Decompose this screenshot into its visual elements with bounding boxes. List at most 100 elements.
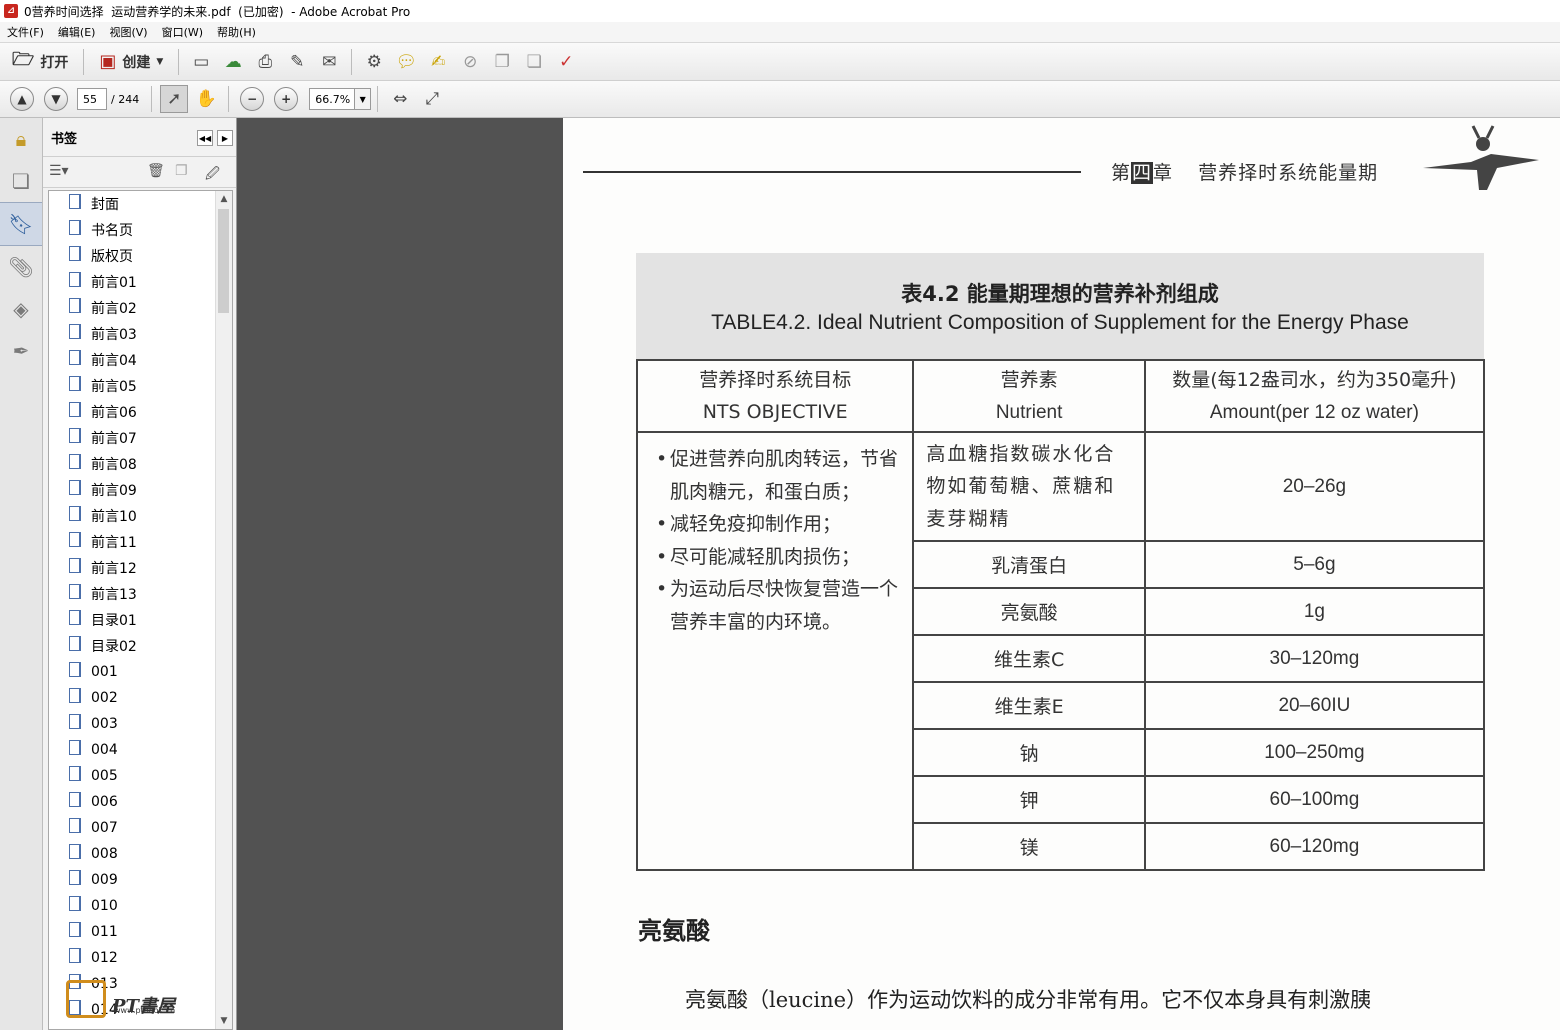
pages-icon[interactable]: ❏ [0, 160, 42, 202]
menu-window[interactable]: 窗口(W) [155, 24, 210, 40]
bookmark-item[interactable]: 008 [49, 841, 232, 867]
edit-icon[interactable]: ✎ [283, 48, 311, 76]
previous-page-button[interactable]: ▲ [10, 87, 34, 111]
bookmark-label: 007 [91, 820, 118, 836]
objective-item: 促进营养向肌肉转运，节省肌肉糖元，和蛋白质； [656, 443, 902, 508]
open-button[interactable]: 🗁 打开 [6, 48, 74, 76]
chevron-down-icon[interactable]: ▼ [355, 88, 372, 110]
bookmark-item[interactable]: 005 [49, 763, 232, 789]
bookmark-item[interactable]: 前言11 [49, 529, 232, 555]
bookmark-item[interactable]: 012 [49, 945, 232, 971]
bookmark-item[interactable]: 001 [49, 659, 232, 685]
compare-icon[interactable]: ❏ [520, 48, 548, 76]
scrollbar[interactable]: ▲ ▼ [215, 191, 232, 1029]
bookmark-item[interactable]: 前言10 [49, 503, 232, 529]
create-button[interactable]: ▣ 创建 ▼ [93, 48, 169, 76]
menu-file[interactable]: 文件(F) [0, 24, 51, 40]
amount-cell: 1g [1143, 587, 1486, 636]
bookmark-item[interactable]: 前言04 [49, 347, 232, 373]
collapse-panel-icon[interactable]: ◀◀ [197, 130, 213, 146]
scroll-down-icon[interactable]: ▼ [216, 1013, 232, 1029]
page-number-input[interactable]: 55 [77, 88, 107, 110]
fit-page-icon[interactable]: ⤢ [418, 85, 446, 113]
bookmark-icon [69, 531, 81, 547]
next-page-button[interactable]: ▼ [44, 87, 68, 111]
bookmark-item[interactable]: 前言12 [49, 555, 232, 581]
bookmark-label: 010 [91, 898, 118, 914]
secure-icon[interactable]: ⊘ [456, 48, 484, 76]
bookmark-item[interactable]: 目录02 [49, 633, 232, 659]
bookmark-icon [69, 687, 81, 703]
bookmark-icon[interactable]: 🔖︎ [0, 202, 42, 246]
scroll-thumb[interactable] [218, 209, 229, 313]
bookmark-item[interactable]: 002 [49, 685, 232, 711]
bookmark-item[interactable]: 封面 [49, 191, 232, 217]
comment-icon[interactable]: 💬︎ [392, 48, 420, 76]
column-header: 数量(每12盎司水，约为350毫升) Amount(per 12 oz water… [1143, 359, 1486, 433]
nutrient-cell: 维生素E [912, 681, 1146, 730]
menu-edit[interactable]: 编辑(E) [51, 24, 103, 40]
delete-icon[interactable]: 🗑︎ [147, 163, 165, 179]
review-icon[interactable]: ✓ [552, 48, 580, 76]
bookmark-item[interactable]: 书名页 [49, 217, 232, 243]
nutrient-cell: 维生素C [912, 634, 1146, 683]
navigation-toolbar: ▲ ▼ 55 / 244 ➚ ✋ − + 66.7% ▼ ⇔ ⤢ [0, 81, 1560, 118]
bookmark-item[interactable]: 前言01 [49, 269, 232, 295]
separator [151, 86, 153, 112]
bookmark-item[interactable]: 前言06 [49, 399, 232, 425]
select-tool-icon[interactable]: ➚ [160, 85, 189, 113]
zoom-out-button[interactable]: − [240, 87, 265, 111]
document-view[interactable]: 第四章 营养择时系统能量期 表4.2 能量期理想的营养补剂组成 TABLE4.2… [237, 118, 1560, 1030]
bookmark-item[interactable]: 004 [49, 737, 232, 763]
bookmark-item[interactable]: 011 [49, 919, 232, 945]
bookmark-label: 003 [91, 716, 118, 732]
print-icon[interactable]: ⎙ [251, 48, 279, 76]
email-icon[interactable]: ✉ [315, 48, 343, 76]
amount-cell: 100–250mg [1143, 728, 1486, 777]
bookmark-label: 目录01 [91, 613, 137, 629]
bookmark-icon [69, 505, 81, 521]
hand-tool-icon[interactable]: ✋ [192, 85, 220, 113]
sign-icon[interactable]: ✍ [424, 48, 452, 76]
bookmark-item[interactable]: 目录01 [49, 607, 232, 633]
bookmark-item[interactable]: 010 [49, 893, 232, 919]
bookmark-item[interactable]: 前言09 [49, 477, 232, 503]
fit-width-icon[interactable]: ⇔ [386, 85, 414, 113]
bookmark-item[interactable]: 前言05 [49, 373, 232, 399]
bookmark-icon [69, 349, 81, 365]
bookmark-item[interactable]: 009 [49, 867, 232, 893]
scroll-up-icon[interactable]: ▲ [216, 191, 232, 207]
bookmark-item[interactable]: 前言13 [49, 581, 232, 607]
lock-icon[interactable]: 🔒︎ [0, 118, 42, 160]
bookmark-item[interactable]: 006 [49, 789, 232, 815]
section-heading: 亮氨酸 [638, 917, 710, 945]
upload-icon[interactable]: ☁ [219, 48, 247, 76]
save-icon[interactable]: ▭ [187, 48, 215, 76]
header-rule [583, 171, 1081, 173]
menu-help[interactable]: 帮助(H) [210, 24, 263, 40]
signatures-icon[interactable]: ✒ [0, 330, 42, 372]
bookmark-icon [69, 557, 81, 573]
new-bookmark-icon[interactable]: ❐ [175, 163, 188, 179]
options-icon[interactable]: ☰▾ [49, 163, 69, 179]
zoom-level-input[interactable]: 66.7% [309, 88, 356, 110]
bookmark-icon [69, 609, 81, 625]
settings-icon[interactable]: ⚙ [360, 48, 388, 76]
bookmark-item[interactable]: 版权页 [49, 243, 232, 269]
bookmark-item[interactable]: 前言03 [49, 321, 232, 347]
bookmark-item[interactable]: 007 [49, 815, 232, 841]
bookmark-icon [69, 219, 81, 235]
attachment-icon[interactable]: 📎︎ [0, 246, 42, 288]
layers-icon[interactable]: ◈ [0, 288, 42, 330]
export-icon[interactable]: ❐ [488, 48, 516, 76]
zoom-in-button[interactable]: + [274, 87, 299, 111]
bookmark-item[interactable]: 前言08 [49, 451, 232, 477]
bookmark-item[interactable]: 前言02 [49, 295, 232, 321]
bookmark-item[interactable]: 003 [49, 711, 232, 737]
bookmark-icon [69, 661, 81, 677]
open-label: 打开 [40, 54, 69, 71]
bookmark-item[interactable]: 前言07 [49, 425, 232, 451]
expand-panel-icon[interactable]: ▶ [217, 130, 233, 146]
menu-view[interactable]: 视图(V) [102, 24, 154, 40]
bookmark-properties-icon[interactable]: 🖉 [205, 163, 220, 187]
